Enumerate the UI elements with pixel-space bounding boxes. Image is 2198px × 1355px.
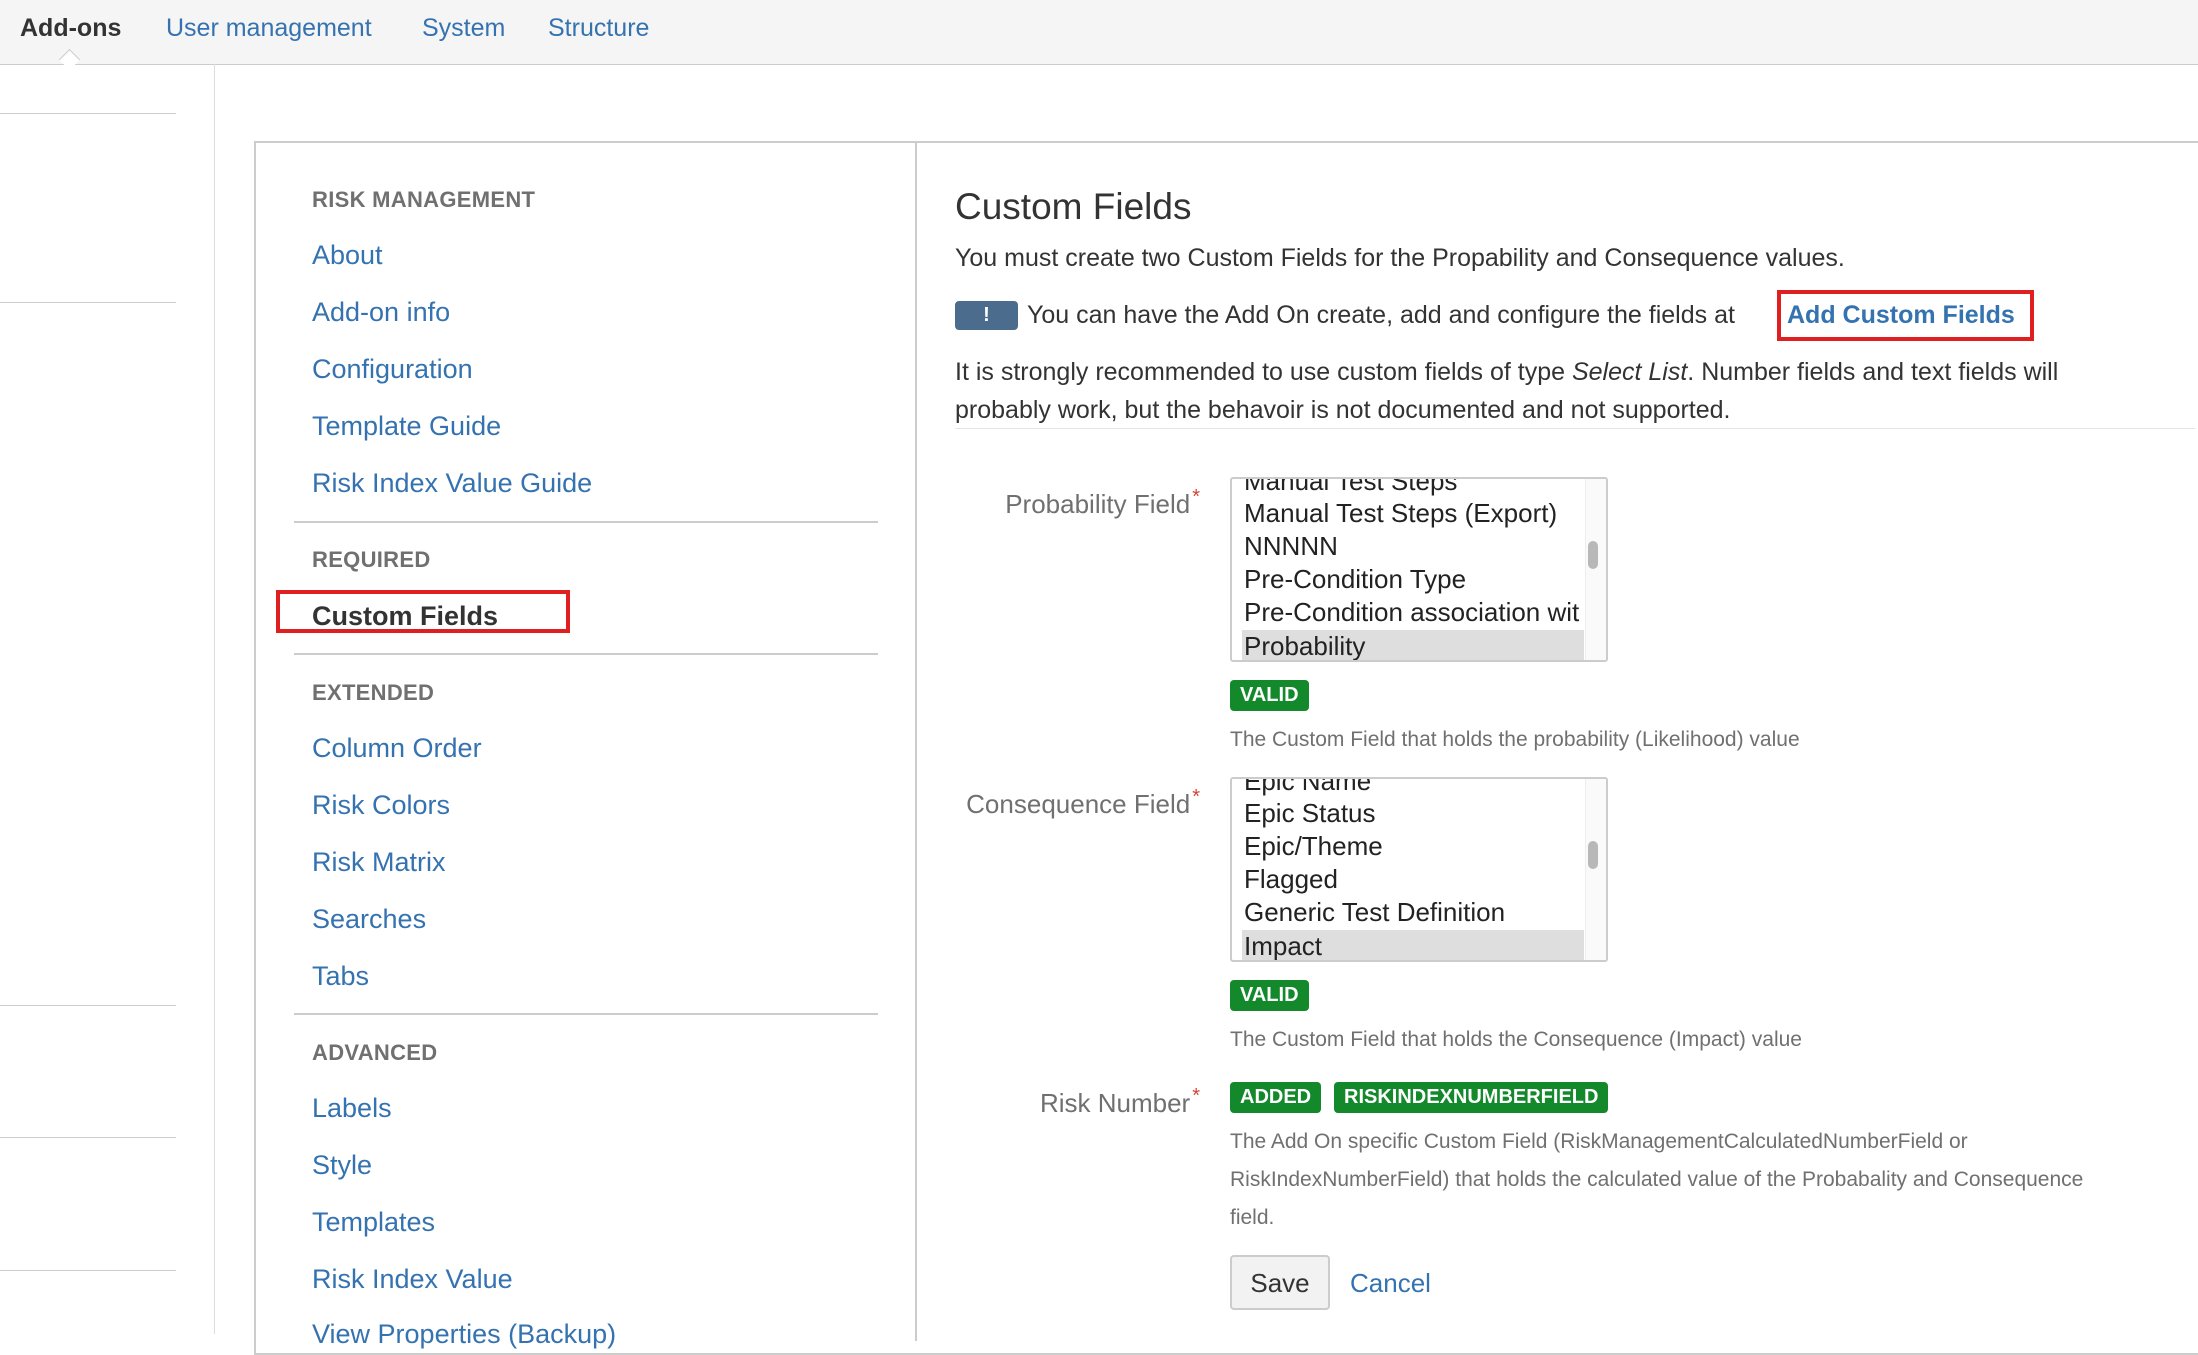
tab-user-management[interactable]: User management <box>166 12 372 44</box>
consequence-status-badge: VALID <box>1230 980 1309 1011</box>
scrollbar-track[interactable] <box>1585 479 1606 660</box>
sidebar-item-style[interactable]: Style <box>312 1150 372 1181</box>
sidebar-item-tabs[interactable]: Tabs <box>312 961 369 992</box>
list-item[interactable]: Epic Name <box>1244 779 1371 797</box>
sidebar-separator <box>294 521 878 523</box>
probability-description: The Custom Field that holds the probabil… <box>1230 728 1800 751</box>
panel-split <box>915 141 917 1341</box>
probability-field-label: Probability Field * <box>1005 486 1200 519</box>
section-heading-extended: EXTENDED <box>312 680 435 705</box>
sidebar-item-risk-matrix[interactable]: Risk Matrix <box>312 847 446 878</box>
highlight-box <box>1777 290 2034 341</box>
list-item-selected[interactable]: Probability <box>1242 630 1584 660</box>
risk-number-description-line2: RiskIndexNumberField) that holds the cal… <box>1230 1168 2084 1191</box>
admin-top-nav: Add-ons User management System Structure <box>0 0 2198 71</box>
sidebar-separator <box>294 1013 878 1015</box>
notice-text: You can have the Add On create, add and … <box>1027 301 1735 329</box>
recommendation-text: It is strongly recommended to use custom… <box>955 358 2059 386</box>
content-separator <box>955 428 2195 429</box>
save-button[interactable]: Save <box>1230 1255 1330 1310</box>
sidebar-item-searches[interactable]: Searches <box>312 904 426 935</box>
sidebar-item-about[interactable]: About <box>312 240 383 271</box>
left-rail-divider <box>0 113 176 114</box>
scrollbar-thumb[interactable] <box>1588 541 1598 569</box>
list-item[interactable]: Epic/Theme <box>1244 830 1383 862</box>
highlight-box <box>276 590 570 633</box>
section-heading-advanced: ADVANCED <box>312 1040 438 1065</box>
consequence-description: The Custom Field that holds the Conseque… <box>1230 1028 1802 1051</box>
sidebar-separator <box>294 653 878 655</box>
probability-select[interactable]: Manual Test Steps Manual Test Steps (Exp… <box>1230 477 1608 662</box>
left-rail-divider <box>0 1270 176 1271</box>
list-item[interactable]: Flagged <box>1244 863 1338 895</box>
cancel-button[interactable]: Cancel <box>1350 1268 1431 1299</box>
left-rail-divider <box>0 1005 176 1006</box>
sidebar-item-labels[interactable]: Labels <box>312 1093 392 1124</box>
risk-number-field-key-badge: RISKINDEXNUMBERFIELD <box>1334 1082 1609 1113</box>
list-item[interactable]: Generic Test Definition <box>1244 896 1505 928</box>
sidebar-item-risk-index-value-guide[interactable]: Risk Index Value Guide <box>312 468 592 499</box>
probability-status-badge: VALID <box>1230 680 1309 711</box>
tab-system[interactable]: System <box>422 12 505 44</box>
page-title: Custom Fields <box>955 186 1192 227</box>
left-rail-divider <box>0 302 176 303</box>
sidebar-item-templates[interactable]: Templates <box>312 1207 435 1238</box>
list-item[interactable]: Pre-Condition association wit <box>1244 596 1579 628</box>
sidebar-item-configuration[interactable]: Configuration <box>312 354 473 385</box>
recommendation-text-line2: probably work, but the behavoir is not d… <box>955 396 1731 424</box>
intro-text: You must create two Custom Fields for th… <box>955 244 1845 272</box>
list-item-selected[interactable]: Impact <box>1242 930 1584 960</box>
sidebar-item-template-guide[interactable]: Template Guide <box>312 411 501 442</box>
section-heading-risk-management: RISK MANAGEMENT <box>312 187 536 212</box>
left-rail-border <box>214 64 215 1334</box>
list-item[interactable]: Pre-Condition Type <box>1244 563 1466 595</box>
consequence-field-label: Consequence Field * <box>966 786 1200 819</box>
list-item[interactable]: NNNNN <box>1244 530 1338 562</box>
scrollbar-thumb[interactable] <box>1588 841 1598 869</box>
active-tab-caret <box>58 48 81 71</box>
sidebar-item-risk-index-value[interactable]: Risk Index Value <box>312 1264 513 1295</box>
scrollbar-track[interactable] <box>1585 779 1606 960</box>
risk-number-label: Risk Number * <box>1039 1085 1200 1118</box>
left-rail-divider <box>0 1137 176 1138</box>
section-heading-required: REQUIRED <box>312 547 431 572</box>
tab-add-ons[interactable]: Add-ons <box>20 12 121 44</box>
list-item[interactable]: Manual Test Steps <box>1244 479 1457 497</box>
tab-structure[interactable]: Structure <box>548 12 649 44</box>
list-item[interactable]: Epic Status <box>1244 797 1376 829</box>
risk-number-status-badge: ADDED <box>1230 1082 1322 1113</box>
sidebar-item-add-on-info[interactable]: Add-on info <box>312 297 450 328</box>
risk-number-description-line1: The Add On specific Custom Field (RiskMa… <box>1230 1130 1968 1153</box>
notice-badge: ! <box>955 301 1018 330</box>
risk-number-description-line3: field. <box>1230 1206 1275 1229</box>
sidebar-item-risk-colors[interactable]: Risk Colors <box>312 790 450 821</box>
sidebar-item-view-properties[interactable]: View Properties (Backup) <box>312 1319 616 1350</box>
consequence-select[interactable]: Epic Name Epic Status Epic/Theme Flagged… <box>1230 777 1608 962</box>
list-item[interactable]: Manual Test Steps (Export) <box>1244 497 1557 529</box>
sidebar-item-column-order[interactable]: Column Order <box>312 733 482 764</box>
